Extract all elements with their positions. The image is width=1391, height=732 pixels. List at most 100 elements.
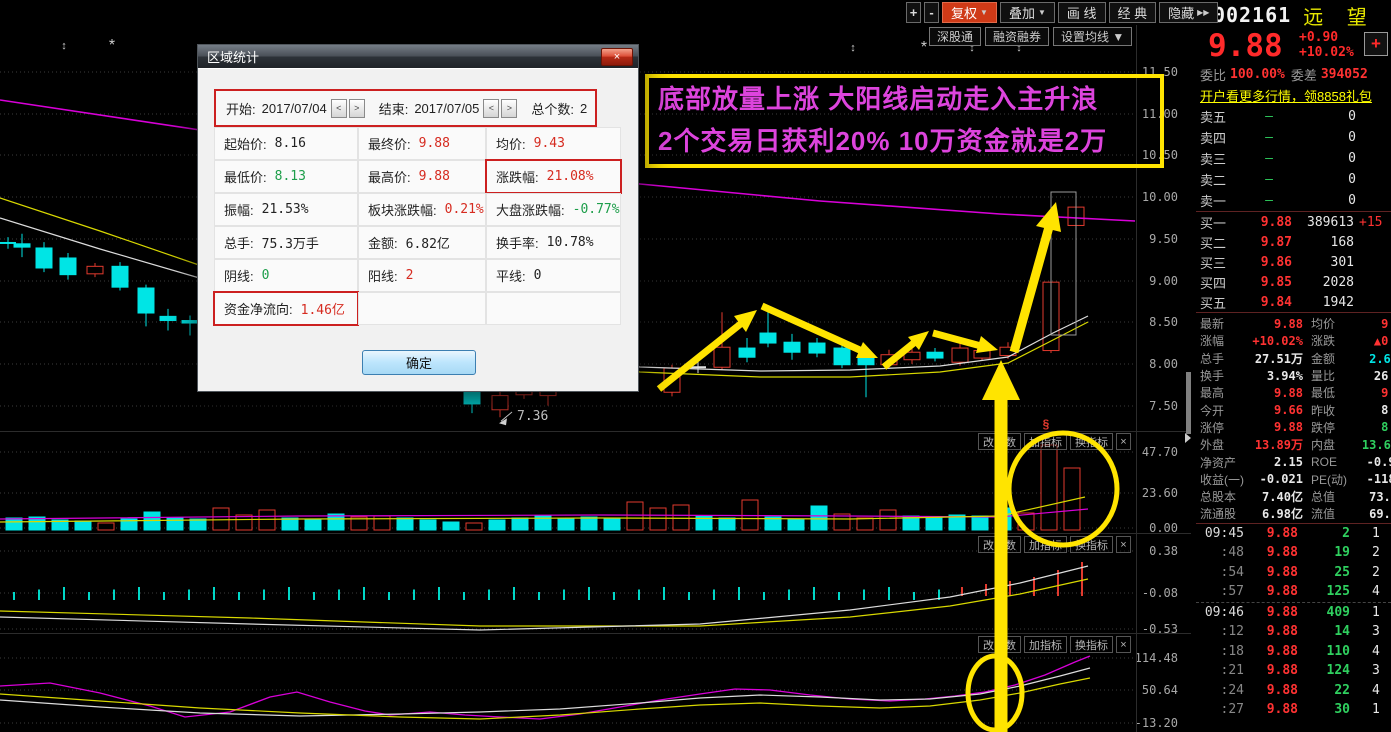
end-next-button[interactable]: > <box>501 99 517 118</box>
dialog-cell: 最高价:9.88 <box>358 160 486 193</box>
tick-count: 2 <box>1372 565 1380 580</box>
sell-volume: 0 <box>1304 130 1356 145</box>
volume-bar <box>489 520 505 530</box>
candle <box>492 396 508 410</box>
indicator-button-换指标[interactable]: 换指标 <box>1070 433 1113 450</box>
dialog-cell: 涨跌幅:21.08% <box>486 160 621 193</box>
toolbar-tab-设置均线 ▼[interactable]: 设置均线 ▼ <box>1053 27 1132 46</box>
zoom-out-button[interactable]: - <box>924 2 939 23</box>
tick-count: 4 <box>1372 683 1380 698</box>
promo-annotation-box: 底部放量上涨 大阳线启动走入主升浪 2个交易日获利20% 10万资金就是2万 <box>645 74 1164 168</box>
dialog-cell-value: 1.46亿 <box>301 299 345 318</box>
zoom-in-button[interactable]: + <box>906 2 921 23</box>
indicator-button-加指标[interactable]: 加指标 <box>1024 636 1067 653</box>
indicator-button-换指标[interactable]: 换指标 <box>1070 636 1113 653</box>
toolbar-button-经 典[interactable]: 经 典 <box>1109 2 1157 23</box>
stat-value: 73.1亿 <box>1354 488 1391 505</box>
toolbar-button-label: 叠加 <box>1009 3 1035 22</box>
buy-price: 9.85 <box>1234 275 1292 290</box>
stat-value: -118.4 <box>1354 472 1391 486</box>
promo-line-2: 2个交易日获利20% 10万资金就是2万 <box>658 120 1160 162</box>
stat-value: 6.98亿 <box>1249 505 1303 522</box>
indicator-button-改参数[interactable]: 改参数 <box>978 636 1021 653</box>
add-to-watchlist-button[interactable]: + <box>1364 32 1388 56</box>
chart-mark-icon: * <box>109 37 115 54</box>
volume-bar <box>420 520 436 530</box>
stat-value: 9.88 <box>1249 317 1303 331</box>
promo-line-1: 底部放量上涨 大阳线启动走入主升浪 <box>658 78 1160 120</box>
stat-label: ROE <box>1311 455 1354 469</box>
dialog-cell-value: 8.16 <box>275 136 306 151</box>
toolbar-button-叠加[interactable]: 叠加▼ <box>1000 2 1055 23</box>
indicator-button-换指标[interactable]: 换指标 <box>1070 536 1113 553</box>
indicator-button-加指标[interactable]: 加指标 <box>1024 433 1067 450</box>
sell-volume: 0 <box>1304 172 1356 187</box>
scrollbar-thumb[interactable] <box>1186 372 1191 434</box>
ok-button[interactable]: 确定 <box>362 350 476 375</box>
end-prev-button[interactable]: < <box>483 99 499 118</box>
close-icon[interactable]: × <box>601 48 633 66</box>
stat-value: 13.89万 <box>1249 436 1303 453</box>
scroll-arrow-icon[interactable] <box>1185 433 1191 443</box>
weibi-value: 100.00% <box>1230 67 1285 82</box>
weicha-label: 委差 <box>1291 65 1317 84</box>
sell-row: 卖二—0 <box>1196 169 1391 190</box>
toolbar-button-label: 画 线 <box>1067 3 1097 22</box>
volume-bar <box>98 523 114 530</box>
tick-count: 4 <box>1372 584 1380 599</box>
trading-app: { "toolbar": { "zoom_in": "+", "zoom_out… <box>0 0 1391 732</box>
indicator-close-button[interactable]: × <box>1116 433 1131 450</box>
tick-price: 9.88 <box>1244 644 1298 659</box>
count-label: 总个数: <box>531 99 574 118</box>
statistics-grid: 起始价:8.16最终价:9.88均价:9.43最低价:8.13最高价:9.88涨… <box>214 127 621 325</box>
dialog-cell-value: 6.82亿 <box>406 233 450 252</box>
toolbar-button-复权[interactable]: 复权▼ <box>942 2 997 23</box>
open-account-ad-link[interactable]: 开户看更多行情，领8858礼包 <box>1196 84 1391 106</box>
chevron-down-icon: ▶▶ <box>1197 8 1209 17</box>
start-next-button[interactable]: > <box>349 99 365 118</box>
toolbar-tab-融资融券[interactable]: 融资融券 <box>985 27 1049 46</box>
start-prev-button[interactable]: < <box>331 99 347 118</box>
axis-label: -0.08 <box>1142 586 1178 600</box>
indicator-button-加指标[interactable]: 加指标 <box>1024 536 1067 553</box>
tick-price: 9.88 <box>1244 565 1298 580</box>
tick-count: 1 <box>1372 526 1380 541</box>
buy-price: 9.86 <box>1234 255 1292 270</box>
indicator-button-改参数[interactable]: 改参数 <box>978 433 1021 450</box>
dialog-cell: 阳线:2 <box>358 259 486 292</box>
volume-bar <box>558 519 574 530</box>
stat-label: 跌停 <box>1311 419 1354 436</box>
tick-volume: 30 <box>1298 702 1350 717</box>
stat-value: 8.98 <box>1354 403 1391 417</box>
candle <box>714 347 730 367</box>
toolbar-tab-深股通[interactable]: 深股通 <box>929 27 981 46</box>
dialog-titlebar[interactable]: 区域统计 × <box>198 45 638 68</box>
buy-level-label: 买二 <box>1200 233 1234 252</box>
dialog-cell-value: 2 <box>406 268 414 283</box>
buy-volume: 168 <box>1292 235 1354 250</box>
dialog-cell-label: 最低价: <box>224 167 267 186</box>
indicator-button-改参数[interactable]: 改参数 <box>978 536 1021 553</box>
tick-price: 9.88 <box>1244 624 1298 639</box>
candle <box>14 244 30 247</box>
volume-bar <box>788 519 804 530</box>
dialog-cell-label: 振幅: <box>224 200 254 219</box>
toolbar-button-隐藏[interactable]: 隐藏▶▶ <box>1159 2 1218 23</box>
buy-level-label: 买一 <box>1200 213 1234 232</box>
stat-row: 总股本7.40亿总值73.1亿 <box>1196 488 1391 505</box>
dialog-cell: 阴线:0 <box>214 259 358 292</box>
indicator-close-button[interactable]: × <box>1116 536 1131 553</box>
volume-bar <box>811 506 827 530</box>
sell-row: 卖五—0 <box>1196 106 1391 127</box>
indicator-close-button[interactable]: × <box>1116 636 1131 653</box>
axis-label: 50.64 <box>1142 683 1178 697</box>
stat-value: 9.88 <box>1249 420 1303 434</box>
sell-volume: 0 <box>1304 151 1356 166</box>
chart-mark-icon: * <box>921 39 927 56</box>
macd-dea-yellow <box>0 579 1088 626</box>
candle <box>540 391 556 395</box>
toolbar-button-画 线[interactable]: 画 线 <box>1058 2 1106 23</box>
stock-code: 002161 <box>1213 3 1291 27</box>
tick-price: 9.88 <box>1244 683 1298 698</box>
axis-label: 10.00 <box>1142 190 1178 204</box>
